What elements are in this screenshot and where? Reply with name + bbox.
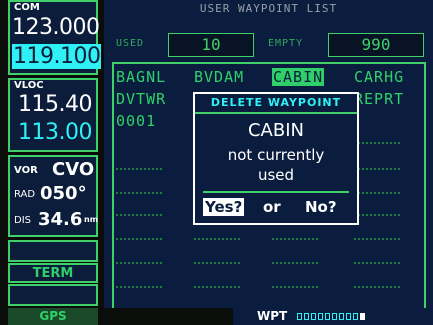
page-dot [304, 313, 309, 320]
page-dot [332, 313, 337, 320]
no-button[interactable]: No? [305, 198, 337, 216]
com-box[interactable]: COM 123.000 119.100 [8, 0, 102, 75]
page-dot [297, 313, 302, 320]
com-active-freq: 123.000 [12, 15, 100, 40]
dialog-title: DELETE WAYPOINT [195, 94, 357, 114]
page-group-label: WPT [257, 309, 288, 323]
empty-slot [116, 262, 162, 264]
empty-label: EMPTY [268, 38, 304, 49]
vloc-label: VLOC [14, 80, 44, 91]
empty-slot [194, 238, 240, 240]
vor-ident: CVO [52, 159, 95, 180]
dialog-message-line2: used [257, 166, 295, 184]
vloc-active-freq: 115.40 [18, 92, 92, 117]
empty-slot [194, 262, 240, 264]
delete-waypoint-dialog: DELETE WAYPOINT CABIN not currently used… [193, 92, 359, 225]
waypoint-item[interactable]: CARHG [354, 68, 404, 86]
rad-value: 050° [40, 183, 87, 204]
waypoint-item-selected[interactable]: CABIN [272, 68, 325, 86]
or-label: or [263, 198, 281, 216]
empty-slot [116, 168, 162, 170]
gps-mode-indicator: GPS [8, 308, 98, 325]
page-group-indicator: WPT [233, 308, 433, 325]
empty-slot [116, 238, 162, 240]
term-label: TERM [32, 266, 74, 281]
waypoint-item[interactable]: DVTWR [116, 90, 166, 108]
vor-box: VOR CVO RAD 050° DIS 34.6 nm [8, 155, 98, 237]
gns-screen: COM 123.000 119.100 VLOC 115.40 113.00 V… [0, 0, 433, 325]
empty-slot [116, 214, 162, 216]
empty-count: 990 [328, 33, 424, 57]
empty-slot [354, 142, 400, 144]
empty-slot [272, 238, 318, 240]
empty-slot [354, 214, 400, 216]
yes-button[interactable]: Yes? [203, 198, 245, 216]
empty-slot [272, 262, 318, 264]
dialog-message-line1: not currently [227, 146, 325, 164]
empty-slot [194, 286, 240, 288]
dialog-waypoint-name: CABIN [247, 120, 304, 141]
rad-label: RAD [14, 189, 36, 200]
com-standby-freq[interactable]: 119.100 [12, 44, 102, 69]
com-label: COM [14, 2, 40, 13]
dis-label: DIS [14, 215, 31, 226]
vloc-box[interactable]: VLOC 115.40 113.00 [8, 78, 98, 152]
empty-slot [116, 192, 162, 194]
used-label: USED [116, 38, 145, 49]
empty-slot [272, 286, 318, 288]
msg-box [8, 284, 98, 306]
vor-label: VOR [14, 165, 38, 176]
empty-slot [354, 192, 400, 194]
page-dot [311, 313, 316, 320]
vloc-standby-freq[interactable]: 113.00 [18, 120, 92, 145]
dis-value: 34.6 [38, 209, 83, 230]
page-dot [318, 313, 323, 320]
empty-slot [354, 238, 400, 240]
waypoint-item[interactable]: REPRT [354, 90, 404, 108]
page-dot [353, 313, 358, 320]
empty-slot [354, 286, 400, 288]
cdi-box [8, 240, 98, 262]
page-title: USER WAYPOINT LIST [199, 2, 338, 15]
waypoint-item[interactable]: BVDAM [194, 68, 244, 86]
empty-slot [116, 286, 162, 288]
page-dot [339, 313, 344, 320]
page-dot [346, 313, 351, 320]
dis-unit: nm [84, 215, 99, 224]
waypoint-item[interactable]: 0001 [116, 112, 156, 130]
dialog-divider [203, 191, 349, 193]
page-dot-active [360, 313, 365, 320]
waypoint-item[interactable]: BAGNL [116, 68, 166, 86]
empty-slot [354, 168, 400, 170]
empty-slot [354, 262, 400, 264]
term-box: TERM [8, 263, 98, 283]
used-count: 10 [168, 33, 254, 57]
page-dot [325, 313, 330, 320]
